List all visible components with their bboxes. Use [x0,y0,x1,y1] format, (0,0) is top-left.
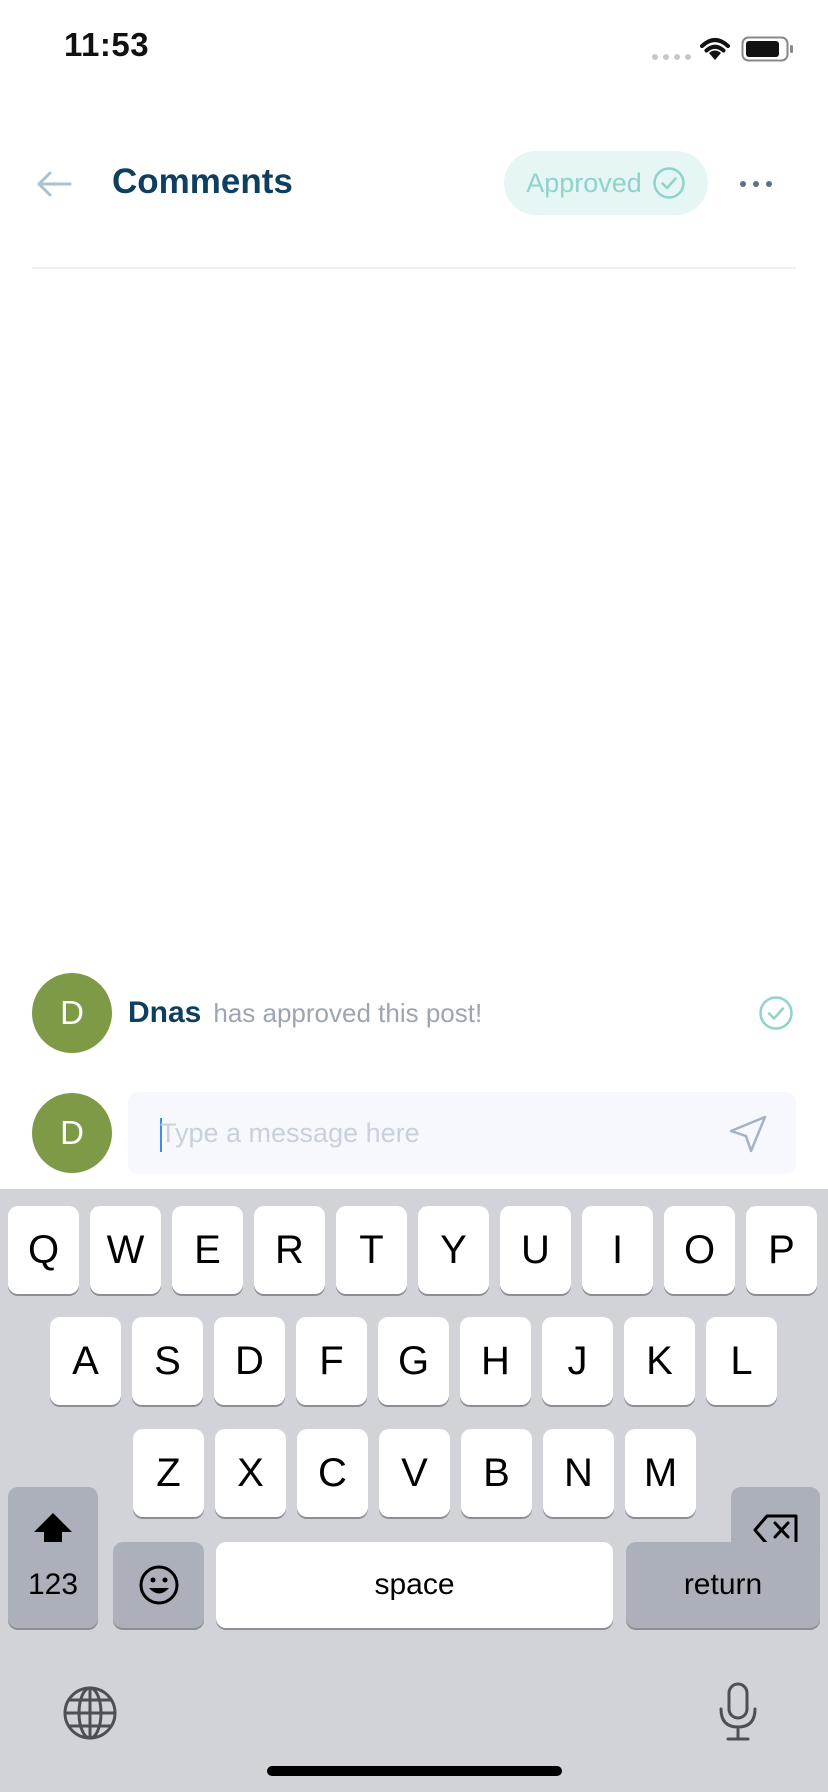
wifi-icon [698,36,732,67]
approval-message-text: has approved this post! [213,998,483,1028]
key-l[interactable]: L [706,1317,777,1405]
more-options-button[interactable] [734,162,778,206]
key-t[interactable]: T [336,1206,407,1294]
cellular-signal-icon [652,54,691,60]
back-button[interactable] [30,160,78,208]
numbers-key[interactable]: 123 [8,1542,98,1628]
key-j[interactable]: J [542,1317,613,1405]
globe-icon[interactable] [62,1685,118,1746]
key-a[interactable]: A [50,1317,121,1405]
key-m[interactable]: M [625,1429,696,1517]
key-n[interactable]: N [543,1429,614,1517]
key-q[interactable]: Q [8,1206,79,1294]
avatar: D [32,973,112,1053]
more-horizontal-icon [740,181,772,187]
key-k[interactable]: K [624,1317,695,1405]
key-g[interactable]: G [378,1317,449,1405]
key-b[interactable]: B [461,1429,532,1517]
space-key[interactable]: space [216,1542,613,1628]
send-icon [729,1115,767,1153]
page-title: Comments [112,162,293,201]
key-f[interactable]: F [296,1317,367,1405]
key-d[interactable]: D [214,1317,285,1405]
key-u[interactable]: U [500,1206,571,1294]
key-c[interactable]: C [297,1429,368,1517]
key-h[interactable]: H [460,1317,531,1405]
approval-user-name: Dnas [128,996,202,1029]
check-circle-icon [758,995,794,1036]
home-indicator [267,1766,562,1776]
keyboard: 123 space return QWERTYUIOP ASDFGHJKL ZXCV… [0,1189,828,1792]
return-key[interactable]: return [626,1542,820,1628]
key-r[interactable]: R [254,1206,325,1294]
current-user-avatar: D [32,1093,112,1173]
approval-message: Dnas has approved this post! [128,996,482,1030]
status-badge-label: Approved [526,167,642,198]
header-divider [32,267,796,269]
key-p[interactable]: P [746,1206,817,1294]
key-i[interactable]: I [582,1206,653,1294]
key-z[interactable]: Z [133,1429,204,1517]
emoji-key[interactable] [113,1542,204,1628]
microphone-icon[interactable] [716,1681,760,1748]
key-e[interactable]: E [172,1206,243,1294]
key-s[interactable]: S [132,1317,203,1405]
send-button[interactable] [726,1112,770,1156]
arrow-left-icon [37,171,72,197]
status-badge: Approved [504,151,708,215]
emoji-icon [139,1565,178,1605]
battery-icon [741,36,795,67]
key-w[interactable]: W [90,1206,161,1294]
status-time: 11:53 [64,26,150,63]
key-x[interactable]: X [215,1429,286,1517]
check-circle-icon [653,167,685,199]
key-o[interactable]: O [664,1206,735,1294]
key-y[interactable]: Y [418,1206,489,1294]
message-input[interactable] [160,1104,700,1162]
key-v[interactable]: V [379,1429,450,1517]
